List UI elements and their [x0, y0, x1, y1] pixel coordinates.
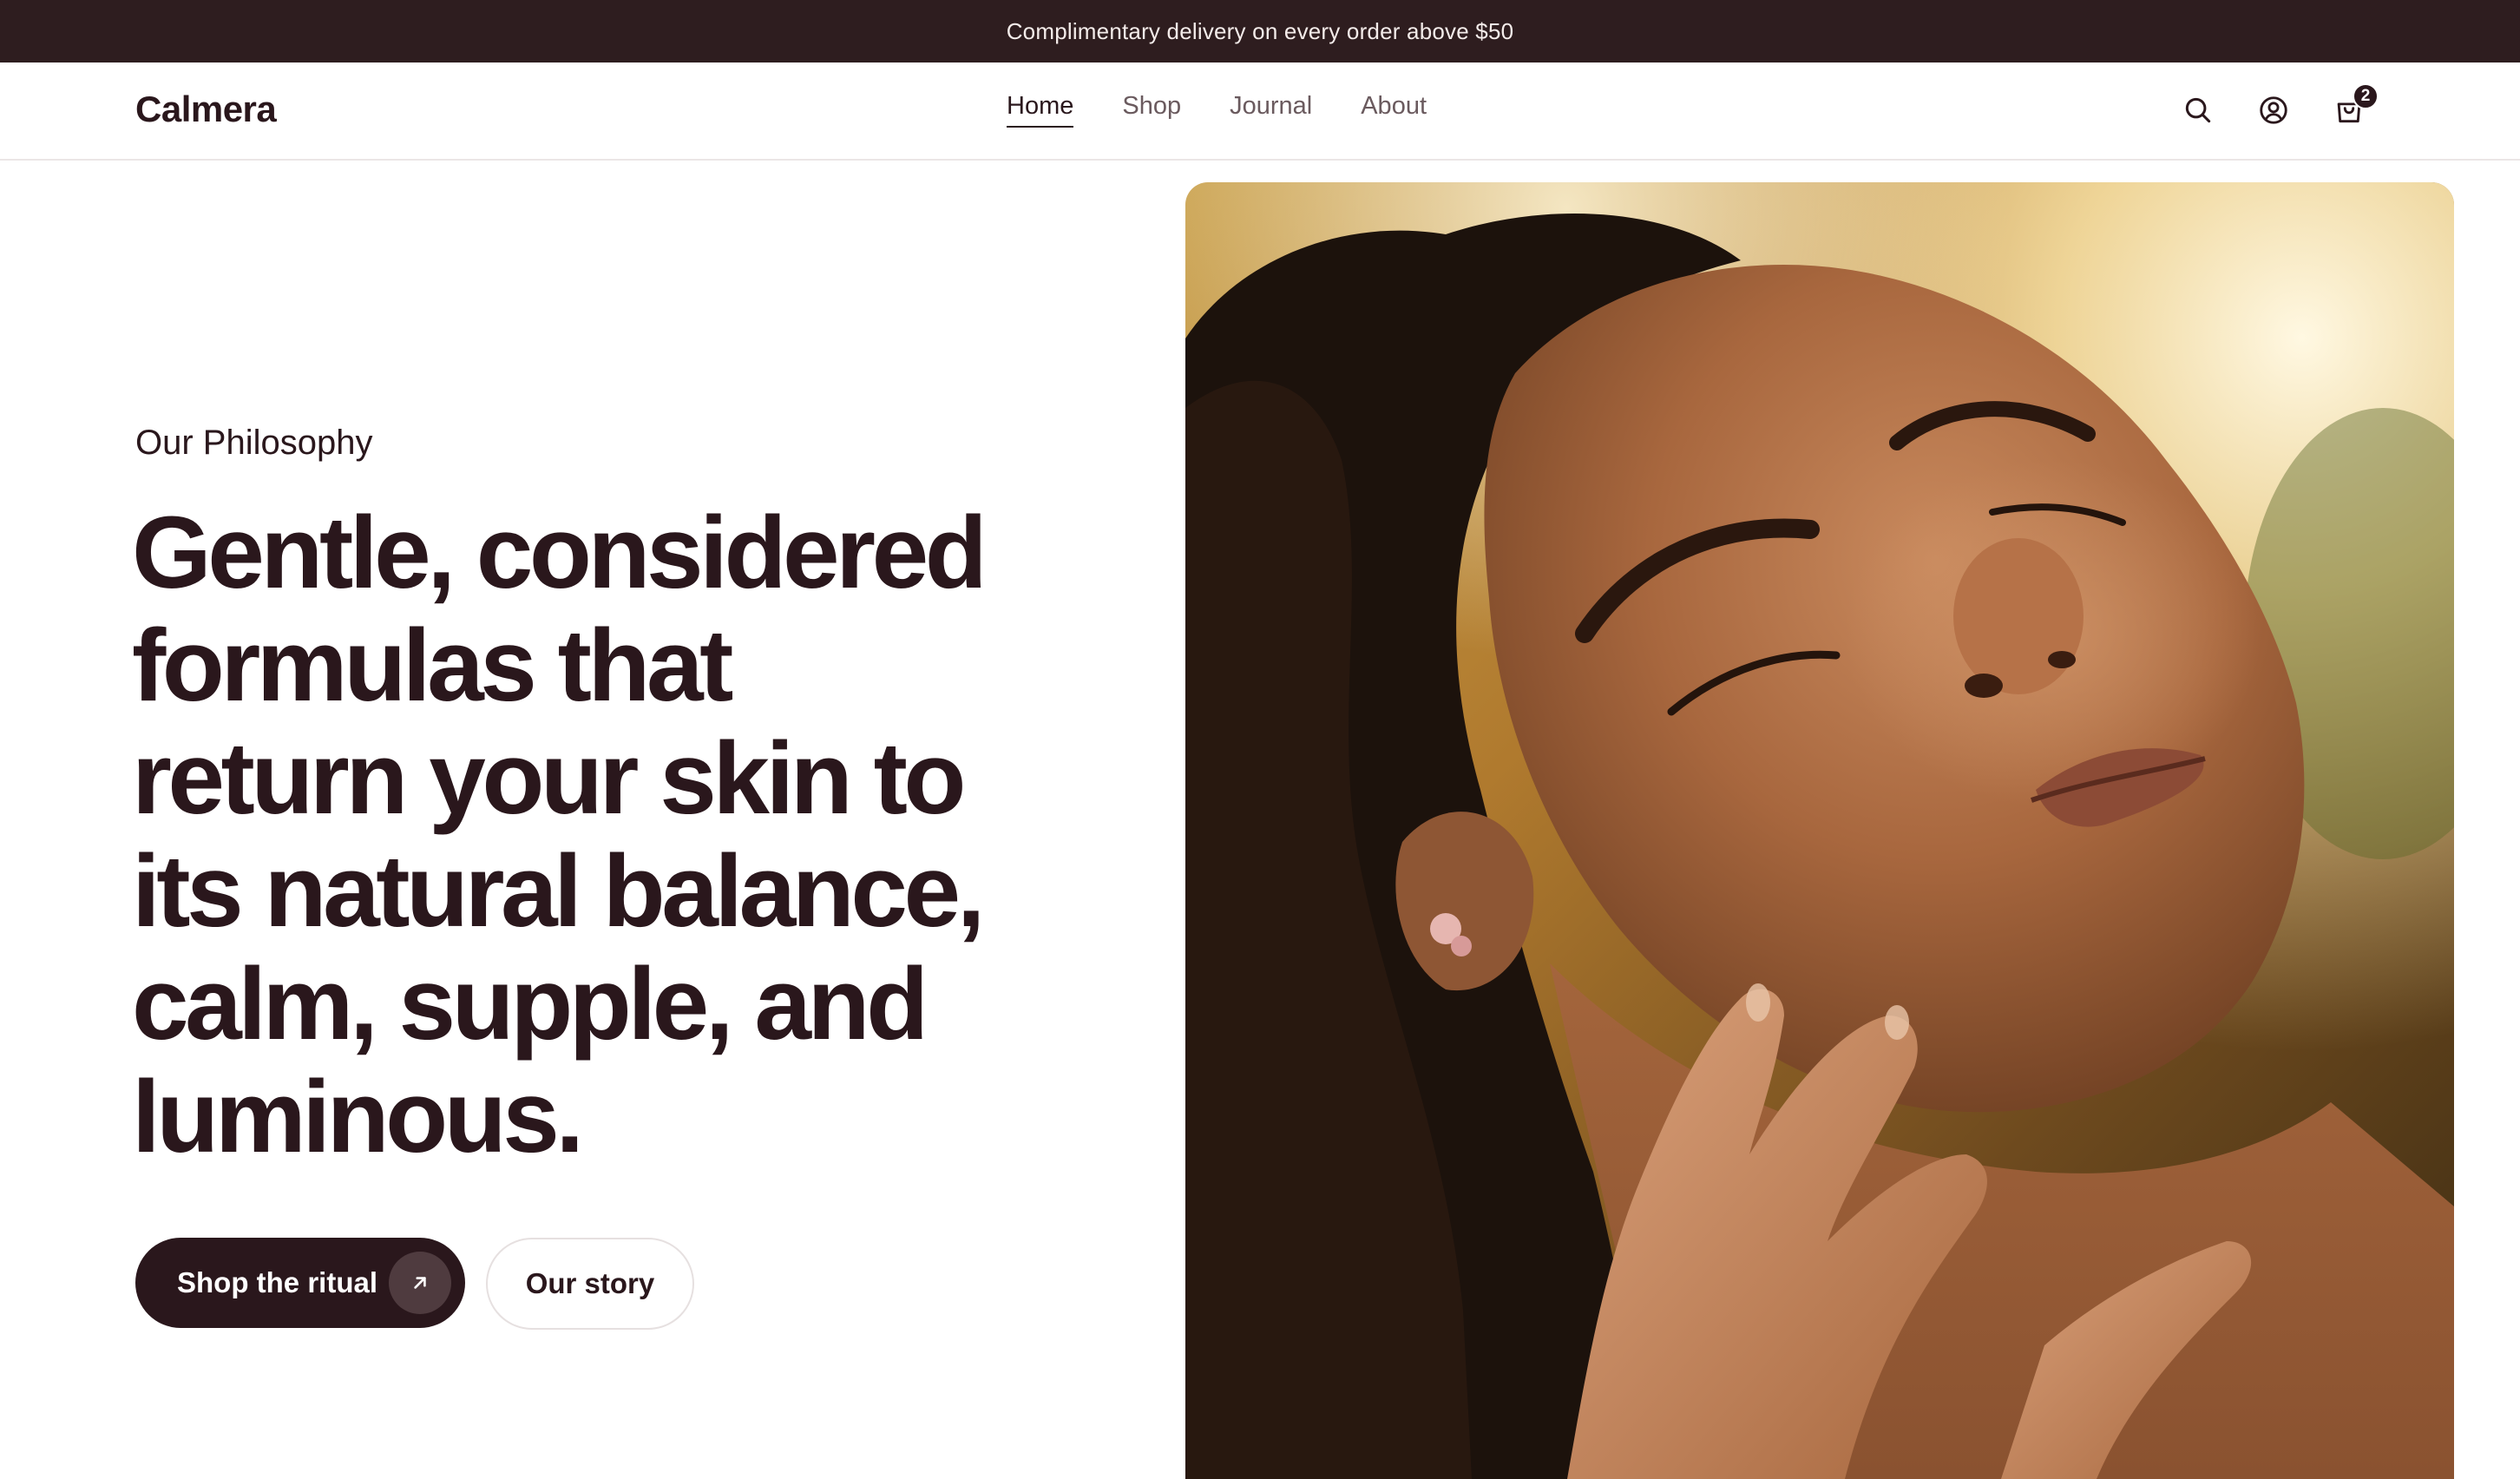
- nav-link-about[interactable]: About: [1361, 92, 1427, 128]
- nav-link-shop[interactable]: Shop: [1122, 92, 1181, 128]
- search-icon: [2185, 97, 2211, 123]
- nav-link-journal[interactable]: Journal: [1230, 92, 1312, 128]
- hero-image: [1185, 182, 2454, 1479]
- shop-the-ritual-button[interactable]: Shop the ritual: [135, 1238, 465, 1328]
- account-icon: [2260, 96, 2287, 124]
- arrow-up-right-icon: [389, 1252, 451, 1314]
- section-eyebrow: Our Philosophy: [135, 424, 373, 462]
- our-story-label: Our story: [525, 1267, 655, 1299]
- account-button[interactable]: [2254, 90, 2294, 130]
- hero-headline: Gentle, considered formulas that return …: [132, 496, 1086, 1173]
- brand-logo[interactable]: Calmera: [135, 89, 277, 130]
- main-nav: Home Shop Journal About: [1007, 92, 1427, 128]
- cart-button[interactable]: 2: [2329, 83, 2379, 130]
- our-story-button[interactable]: Our story: [486, 1238, 694, 1330]
- headline-line: calm, supple, and: [132, 947, 929, 1062]
- announcement-text: Complimentary delivery on every order ab…: [1006, 17, 1514, 44]
- headline-line: its natural balance,: [132, 834, 985, 949]
- headline-line: return your skin to: [132, 721, 966, 836]
- shop-the-ritual-label: Shop the ritual: [177, 1266, 377, 1298]
- cart-count-badge: 2: [2353, 83, 2379, 109]
- headline-line: formulas that: [132, 608, 733, 723]
- headline-line: luminous.: [132, 1060, 584, 1174]
- headline-line: Gentle, considered: [132, 496, 988, 610]
- site-header: Calmera Home Shop Journal About 2: [0, 62, 2520, 161]
- announcement-bar: Complimentary delivery on every order ab…: [0, 0, 2520, 62]
- nav-link-home[interactable]: Home: [1007, 92, 1074, 128]
- search-button[interactable]: [2178, 90, 2218, 130]
